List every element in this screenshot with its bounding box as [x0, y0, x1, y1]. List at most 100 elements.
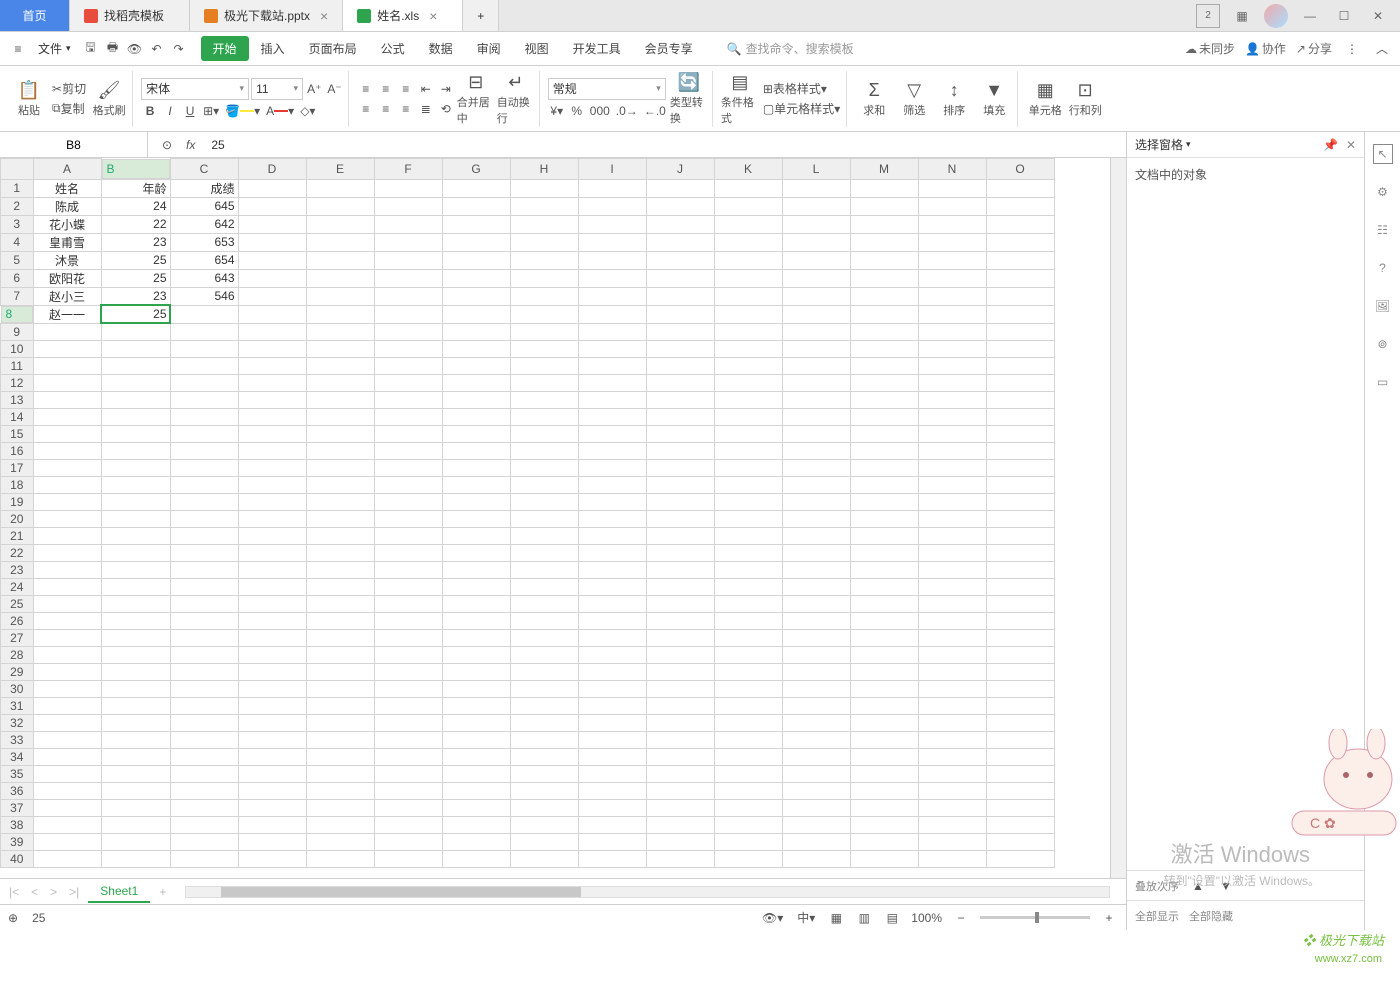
- cell[interactable]: [33, 782, 101, 799]
- row-header[interactable]: 21: [1, 527, 34, 544]
- eye-icon[interactable]: 👁▾: [760, 909, 785, 927]
- cell[interactable]: [782, 680, 850, 697]
- italic-button[interactable]: I: [161, 102, 179, 120]
- cell[interactable]: [33, 340, 101, 357]
- dec-decimal-icon[interactable]: ←.0: [642, 102, 668, 120]
- cell[interactable]: [33, 748, 101, 765]
- cell[interactable]: [782, 408, 850, 425]
- cell[interactable]: [510, 663, 578, 680]
- cell[interactable]: [578, 340, 646, 357]
- fill-button[interactable]: ▼填充: [975, 72, 1013, 126]
- align-center-icon[interactable]: ≡: [377, 100, 395, 118]
- cell[interactable]: [442, 323, 510, 340]
- view-normal-icon[interactable]: ▦: [827, 909, 845, 927]
- cell[interactable]: [578, 578, 646, 595]
- thousand-icon[interactable]: 000: [588, 102, 612, 120]
- cell[interactable]: [170, 561, 238, 578]
- cell[interactable]: [646, 459, 714, 476]
- cell[interactable]: 赵小三: [33, 287, 101, 305]
- send-backward-icon[interactable]: ▼: [1217, 877, 1235, 895]
- cell[interactable]: [714, 663, 782, 680]
- cell[interactable]: [306, 408, 374, 425]
- cell[interactable]: [306, 663, 374, 680]
- cell[interactable]: [578, 233, 646, 251]
- col-header[interactable]: E: [306, 159, 374, 180]
- cell[interactable]: [170, 765, 238, 782]
- cell[interactable]: [510, 544, 578, 561]
- wrap-button[interactable]: ↵自动换行: [497, 72, 535, 126]
- col-header[interactable]: J: [646, 159, 714, 180]
- cell[interactable]: [918, 833, 986, 850]
- cell[interactable]: [646, 833, 714, 850]
- cell[interactable]: [101, 748, 170, 765]
- cell[interactable]: [510, 816, 578, 833]
- cell[interactable]: [306, 816, 374, 833]
- cell[interactable]: [782, 442, 850, 459]
- cell[interactable]: [510, 374, 578, 391]
- cell[interactable]: [442, 442, 510, 459]
- cancel-fx-icon[interactable]: ⊙: [158, 136, 176, 154]
- align-bottom-icon[interactable]: ≡: [397, 80, 415, 98]
- cell[interactable]: [782, 391, 850, 408]
- cell[interactable]: [238, 595, 306, 612]
- cell[interactable]: [306, 595, 374, 612]
- cell[interactable]: [510, 442, 578, 459]
- cell[interactable]: [101, 782, 170, 799]
- cell[interactable]: [306, 251, 374, 269]
- cell[interactable]: 645: [170, 197, 238, 215]
- cell[interactable]: [238, 612, 306, 629]
- cell[interactable]: [850, 748, 918, 765]
- cell[interactable]: [101, 646, 170, 663]
- close-panel-icon[interactable]: ✕: [1346, 138, 1356, 152]
- cell[interactable]: [170, 612, 238, 629]
- cell[interactable]: [510, 748, 578, 765]
- cell[interactable]: [510, 612, 578, 629]
- cell[interactable]: [374, 442, 442, 459]
- cell[interactable]: [306, 782, 374, 799]
- cell[interactable]: [782, 340, 850, 357]
- cell[interactable]: [442, 629, 510, 646]
- cell[interactable]: [306, 442, 374, 459]
- cell[interactable]: [374, 816, 442, 833]
- cell[interactable]: [510, 391, 578, 408]
- cell[interactable]: [714, 748, 782, 765]
- row-header[interactable]: 20: [1, 510, 34, 527]
- cell[interactable]: [578, 374, 646, 391]
- cell[interactable]: [238, 697, 306, 714]
- cell[interactable]: [850, 561, 918, 578]
- cell[interactable]: [578, 197, 646, 215]
- cell[interactable]: [33, 663, 101, 680]
- cell[interactable]: [101, 714, 170, 731]
- tab-xls[interactable]: 姓名.xls ×: [343, 0, 463, 31]
- cell[interactable]: [374, 612, 442, 629]
- cell[interactable]: [850, 850, 918, 867]
- cell[interactable]: [101, 697, 170, 714]
- row-header[interactable]: 23: [1, 561, 34, 578]
- close-button[interactable]: ✕: [1366, 4, 1390, 28]
- cell[interactable]: [578, 765, 646, 782]
- cell[interactable]: [101, 850, 170, 867]
- cell[interactable]: [986, 850, 1054, 867]
- cell[interactable]: [986, 305, 1054, 323]
- cell[interactable]: [578, 595, 646, 612]
- cell[interactable]: [646, 578, 714, 595]
- cell[interactable]: [578, 425, 646, 442]
- cell[interactable]: [170, 629, 238, 646]
- cell[interactable]: [646, 493, 714, 510]
- name-box[interactable]: [0, 132, 148, 157]
- cell[interactable]: [850, 629, 918, 646]
- cell[interactable]: [33, 544, 101, 561]
- cell[interactable]: [986, 714, 1054, 731]
- col-header[interactable]: A: [33, 159, 101, 180]
- cell[interactable]: [510, 765, 578, 782]
- col-header[interactable]: L: [782, 159, 850, 180]
- cell[interactable]: [306, 578, 374, 595]
- cell[interactable]: [238, 197, 306, 215]
- redo-icon[interactable]: ↷: [169, 39, 189, 59]
- col-header[interactable]: N: [918, 159, 986, 180]
- cell[interactable]: [646, 391, 714, 408]
- row-header[interactable]: 1: [1, 179, 34, 197]
- zoom-out-icon[interactable]: −: [952, 909, 970, 927]
- cell[interactable]: [33, 714, 101, 731]
- cell[interactable]: [238, 215, 306, 233]
